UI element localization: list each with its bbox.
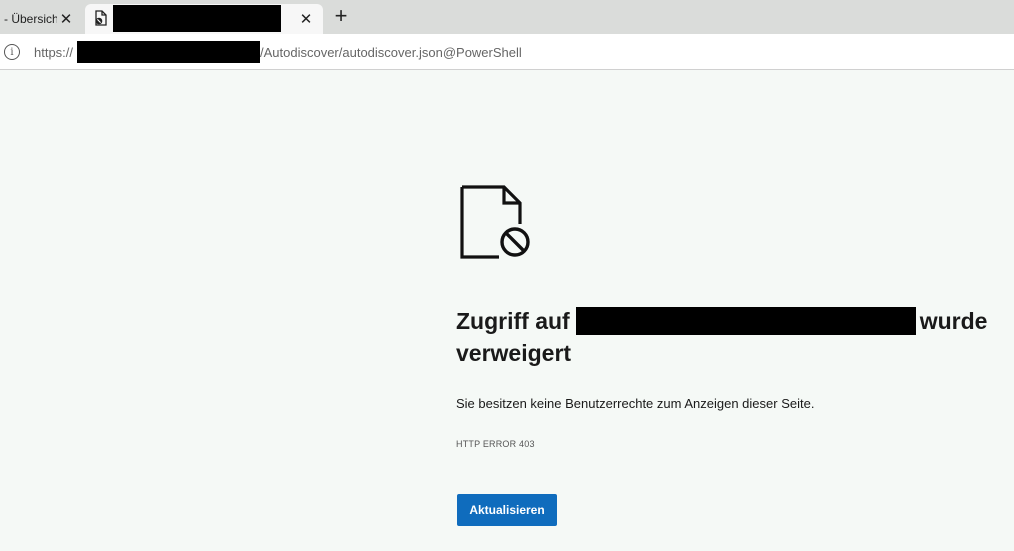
close-tab-icon[interactable]: ✕	[58, 11, 74, 27]
redacted-tab-title	[113, 5, 281, 32]
tab-title: - Übersicht	[4, 12, 57, 26]
close-tab-icon[interactable]: ✕	[298, 11, 314, 27]
info-icon[interactable]: i	[4, 44, 20, 60]
tab-active[interactable]: ✕	[85, 4, 323, 34]
new-tab-button[interactable]: +	[330, 5, 352, 27]
tab-overview[interactable]: - Übersicht ✕	[0, 4, 81, 34]
redacted-host	[77, 41, 260, 63]
url-scheme: https://	[34, 45, 74, 60]
error-description: Sie besitzen keine Benutzerrechte zum An…	[456, 396, 815, 411]
blocked-document-icon	[460, 185, 530, 259]
tab-strip: - Übersicht ✕ ✕ +	[0, 0, 1014, 34]
url-path: /Autodiscover/autodiscover.json@PowerShe…	[260, 45, 522, 60]
redacted-host	[575, 307, 916, 335]
error-headline: Zugriff auf wurde verweigert	[456, 305, 1014, 369]
reload-button[interactable]: Aktualisieren	[457, 494, 557, 526]
blocked-page-icon	[95, 10, 107, 26]
error-code: HTTP ERROR 403	[456, 439, 535, 449]
address-bar[interactable]: i https:// /Autodiscover/autodiscover.js…	[0, 34, 1014, 70]
headline-start: Zugriff auf	[456, 308, 570, 334]
error-page: Zugriff auf wurde verweigert Sie besitzen…	[0, 71, 1014, 551]
